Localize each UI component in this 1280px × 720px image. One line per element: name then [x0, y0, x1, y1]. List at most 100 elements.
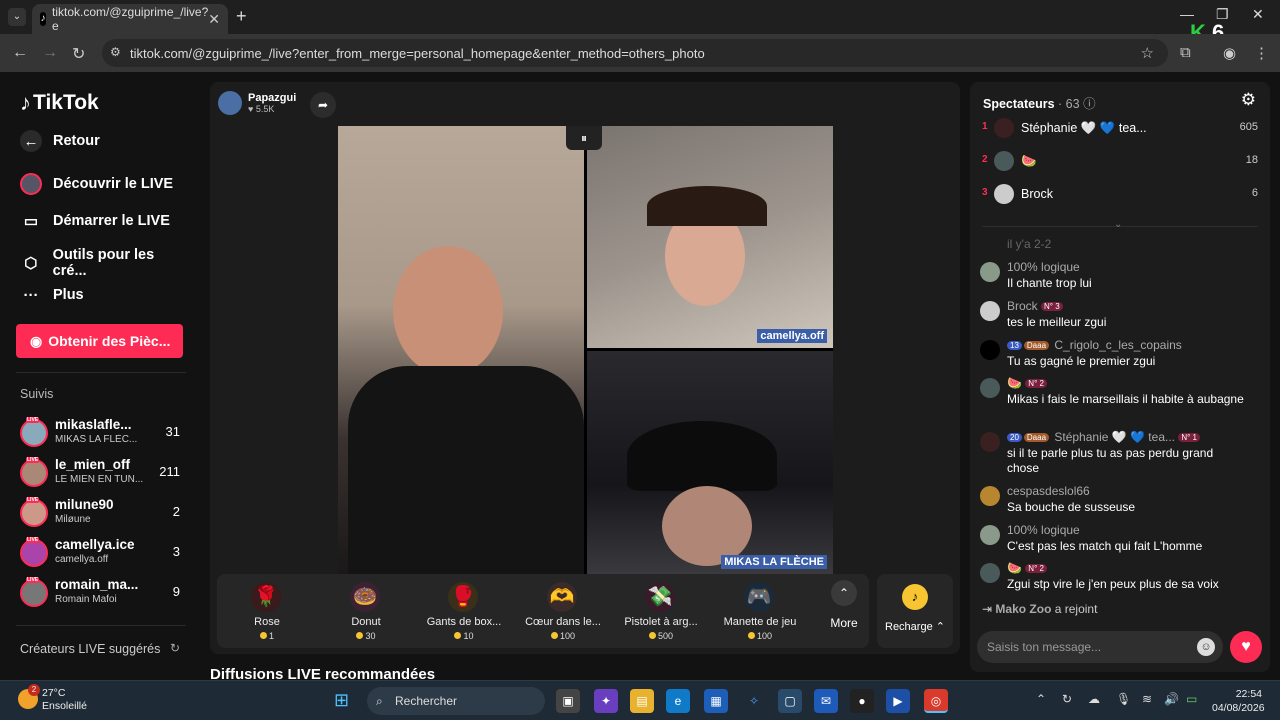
close-tab-icon[interactable]: ✕ [208, 11, 220, 28]
avatar [980, 525, 1000, 545]
top-viewer-row[interactable]: 3 Brock 6 [982, 184, 1258, 204]
task-view-icon[interactable]: ▣ [556, 689, 580, 713]
battery-icon[interactable]: ▭ [1186, 692, 1197, 706]
get-coins-button[interactable]: ◉ Obtenir des Pièc... [16, 324, 183, 358]
bookmark-star-icon[interactable]: ☆ [1141, 44, 1154, 62]
level-badge: 13 [1007, 341, 1022, 350]
camera-icon: ▭ [23, 213, 39, 230]
like-heart-button[interactable]: ♥ [1230, 631, 1262, 663]
reload-icon[interactable]: ↻ [72, 44, 85, 64]
live-player: Papazgui ♥ 5.5K ➦ camellya.off MIKAS LA … [210, 82, 960, 654]
back-icon[interactable]: ← [12, 44, 28, 62]
settings-gear-icon[interactable]: ⚙ [1241, 90, 1256, 110]
gift-money-gun[interactable]: 💸 Pistolet à arg... 500 [611, 574, 711, 648]
avatar [980, 262, 1000, 282]
app-icon[interactable]: ▢ [778, 689, 802, 713]
rank-badge: N° 2 [1025, 564, 1047, 573]
gift-game-controller[interactable]: 🎮 Manette de jeu 100 [710, 574, 810, 648]
chrome-icon[interactable]: ◎ [924, 689, 948, 713]
outlook-icon[interactable]: ✉ [814, 689, 838, 713]
coin-icon [356, 632, 364, 639]
more-gifts-button[interactable]: ⌃ More [820, 580, 868, 642]
copilot-icon[interactable]: ✦ [594, 689, 618, 713]
dropbox-icon[interactable]: ✧ [742, 689, 766, 713]
new-tab-icon[interactable]: + [236, 6, 247, 27]
tiktok-logo[interactable]: ♪ TikTok [20, 90, 99, 116]
gift-bar: 🌹 Rose 1 🍩 Donut 30 🥊 Gants de box... 10… [217, 574, 869, 648]
suggested-creators-heading: Créateurs LIVE suggérés [20, 642, 161, 656]
clock[interactable]: 22:54 04/08/2026 [1212, 687, 1265, 715]
refresh-icon[interactable]: ↻ [170, 641, 180, 655]
obs-icon[interactable]: ● [850, 689, 874, 713]
gift-donut[interactable]: 🍩 Donut 30 [316, 574, 416, 648]
tray-chevron-icon[interactable]: ⌃ [1036, 692, 1046, 706]
recharge-button[interactable]: ♪ Recharge ⌃ [877, 574, 953, 648]
volume-icon[interactable]: 🔊 [1164, 692, 1179, 706]
avatar: LIVE [20, 417, 48, 447]
following-item[interactable]: LIVE camellya.ice camellya.off 3 [20, 537, 182, 571]
gift-boxing-gloves[interactable]: 🥊 Gants de box... 10 [414, 574, 514, 648]
tab-search-icon[interactable]: ⌄ [8, 8, 26, 26]
chevron-up-icon: ⌃ [831, 580, 857, 606]
cloud-icon[interactable]: ☁ [1088, 692, 1100, 706]
nav-start-live[interactable]: ▭ Démarrer le LIVE [20, 210, 190, 232]
tiktok-favicon-icon: ♪ [40, 12, 47, 26]
tiktok-coin-icon: ♪ [902, 584, 928, 610]
sync-icon[interactable]: ↻ [1062, 692, 1072, 706]
pause-icon[interactable]: ⏸ [566, 126, 602, 150]
extensions-icon[interactable]: ⧉ [1180, 44, 1191, 61]
avatar [980, 301, 1000, 321]
coin-icon [454, 632, 462, 639]
window-close-icon[interactable]: ✕ [1252, 6, 1264, 23]
browser-menu-icon[interactable]: ⋮ [1254, 44, 1269, 62]
profile-icon[interactable]: ◉ [1223, 44, 1236, 62]
avatar [980, 486, 1000, 506]
file-explorer-icon[interactable]: ▤ [630, 689, 654, 713]
viewers-heading[interactable]: Spectateurs · 63 ⓘ [983, 93, 1096, 112]
notification-badge: 2 [28, 684, 40, 696]
host-info[interactable]: Papazgui ♥ 5.5K [218, 90, 296, 116]
host-avatar[interactable] [218, 91, 242, 115]
forward-icon[interactable]: → [42, 44, 58, 62]
avatar [980, 340, 1000, 360]
address-bar[interactable]: ⚙ tiktok.com/@zguiprime_/live?enter_from… [102, 39, 1168, 67]
nav-discover-live[interactable]: Découvrir le LIVE [20, 173, 190, 195]
cap [627, 421, 777, 491]
avatar [980, 563, 1000, 583]
site-info-icon[interactable]: ⚙ [110, 45, 121, 59]
money-gun-icon: 💸 [645, 582, 675, 612]
taskbar-search[interactable]: ⌕ Rechercher [367, 687, 545, 715]
wifi-icon[interactable]: ≋ [1142, 692, 1152, 706]
chat-input[interactable]: Saisis ton message... ☺ [977, 631, 1223, 663]
following-item[interactable]: LIVE mikaslafle... MIKAS LA FLÈC... 31 [20, 417, 182, 451]
chat-panel: Spectateurs · 63 ⓘ ⚙ 1 Stéphanie 🤍 💙 tea… [970, 82, 1270, 672]
chevron-down-icon[interactable]: ⌄ [1114, 219, 1122, 230]
gift-heart-hands[interactable]: 🫶 Cœur dans le... 100 [513, 574, 613, 648]
top-viewer-row[interactable]: 1 Stéphanie 🤍 💙 tea... 605 [982, 118, 1258, 138]
search-icon: ⌕ [376, 694, 383, 708]
emoji-icon[interactable]: ☺ [1197, 638, 1215, 656]
hair [647, 186, 767, 226]
avatar [994, 151, 1014, 171]
avatar [980, 432, 1000, 452]
media-app-icon[interactable]: ▶ [886, 689, 910, 713]
guest-tag: camellya.off [757, 329, 827, 343]
video-grid[interactable]: camellya.off MIKAS LA FLÈCHE ⏸ [338, 126, 833, 574]
taskbar: 2 27°C Ensoleillé ⊞ ⌕ Rechercher ▣ ✦ ▤ e ▦… [0, 680, 1280, 720]
following-item[interactable]: LIVE milune90 Miløune 2 [20, 497, 182, 531]
browser-tab[interactable]: ♪ tiktok.com/@zguiprime_/live?e ✕ [32, 4, 228, 34]
nav-more[interactable]: ··· Plus [20, 284, 190, 306]
microphone-icon[interactable]: 🎙 [1116, 692, 1131, 706]
edge-icon[interactable]: e [666, 689, 690, 713]
following-item[interactable]: LIVE romain_ma... Romain Mafoi 9 [20, 577, 182, 611]
avatar: LIVE [20, 537, 48, 567]
share-icon[interactable]: ➦ [310, 92, 336, 118]
following-item[interactable]: LIVE le_mien_off LE MIEN EN TUN... 211 [20, 457, 182, 491]
top-viewer-row[interactable]: 2 🍉 18 [982, 151, 1258, 171]
nav-creator-tools[interactable]: ⬡ Outils pour les cré... [20, 247, 190, 279]
gift-rose[interactable]: 🌹 Rose 1 [217, 574, 317, 648]
avatar [980, 378, 1000, 398]
nav-back[interactable]: ← Retour [20, 130, 190, 152]
store-icon[interactable]: ▦ [704, 689, 728, 713]
windows-start-icon[interactable]: ⊞ [334, 690, 349, 711]
